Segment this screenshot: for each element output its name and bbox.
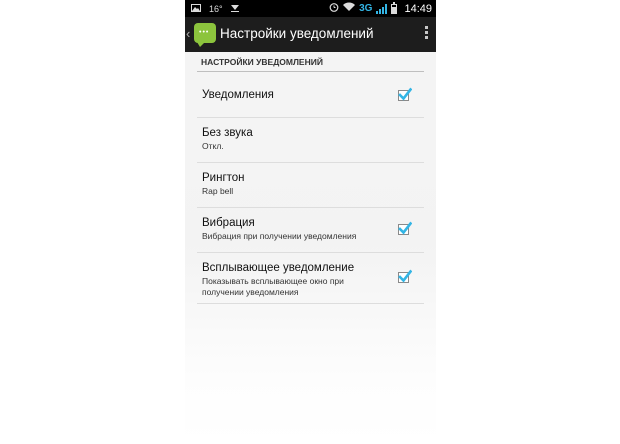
section-header: НАСТРОЙКИ УВЕДОМЛЕНИЙ [197,52,424,72]
back-chevron-icon[interactable]: ‹ [186,26,190,41]
pref-popup-summary: Показывать всплывающее окно при получени… [202,276,344,297]
pref-notifications-title: Уведомления [202,89,274,101]
status-bar-right: 3G 14:49 [329,1,432,15]
pref-notifications[interactable]: Уведомления [197,72,424,118]
pref-popup[interactable]: Всплывающее уведомление Показывать всплы… [197,253,424,304]
pref-vibration-title: Вибрация [202,217,255,229]
pref-vibration[interactable]: Вибрация Вибрация при получении уведомле… [197,208,424,253]
phone-screen: 16° 3G 14:49 ‹ ••• Настройки уведомлений [185,0,436,444]
notifications-checkbox[interactable] [398,87,412,101]
pref-silent-title: Без звука [202,127,253,139]
action-bar: ‹ ••• Настройки уведомлений [185,17,436,52]
pref-silent[interactable]: Без звука Откл. [197,118,424,163]
image-notification-icon [191,3,201,15]
page-title: Настройки уведомлений [220,26,374,41]
wifi-icon [343,2,356,15]
popup-checkbox[interactable] [398,269,412,283]
status-bar-left: 16° [191,3,239,15]
messaging-app-icon[interactable]: ••• [194,23,216,47]
overflow-menu-icon[interactable] [425,26,428,39]
pref-popup-title: Всплывающее уведомление [202,262,355,274]
signal-icon [376,3,388,14]
temperature-text: 16° [209,4,223,14]
download-icon [230,3,239,15]
alarm-icon [329,2,339,15]
network-type-text: 3G [359,2,373,14]
pref-ringtone-summary: Rap bell [202,186,234,196]
pref-vibration-summary: Вибрация при получении уведомления [202,231,357,241]
pref-ringtone[interactable]: Рингтон Rap bell [197,163,424,208]
clock-text: 14:49 [404,2,432,15]
pref-silent-summary: Откл. [202,141,224,151]
status-bar: 16° 3G 14:49 [185,0,436,17]
preferences-list: НАСТРОЙКИ УВЕДОМЛЕНИЙ Уведомления Без зв… [197,52,424,304]
pref-ringtone-title: Рингтон [202,172,245,184]
vibration-checkbox[interactable] [398,221,412,235]
battery-icon [391,1,398,14]
